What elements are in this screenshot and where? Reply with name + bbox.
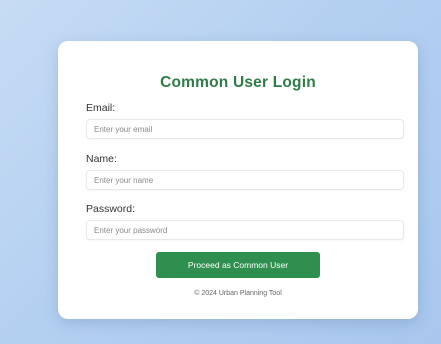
login-card: Common User Login Email: Name: Password:…: [58, 41, 418, 319]
proceed-button[interactable]: Proceed as Common User: [156, 252, 320, 278]
name-label: Name:: [86, 153, 117, 165]
name-input[interactable]: [86, 170, 404, 190]
name-field-group: Name:: [86, 153, 404, 190]
email-field-group: Email:: [86, 102, 404, 139]
password-input[interactable]: [86, 220, 404, 240]
footer-copyright: © 2024 Urban Planning Tool: [194, 290, 282, 297]
email-input[interactable]: [86, 119, 404, 139]
page-title: Common User Login: [160, 74, 316, 91]
password-label: Password:: [86, 203, 136, 215]
email-label: Email:: [86, 102, 116, 114]
password-field-group: Password:: [86, 203, 404, 240]
